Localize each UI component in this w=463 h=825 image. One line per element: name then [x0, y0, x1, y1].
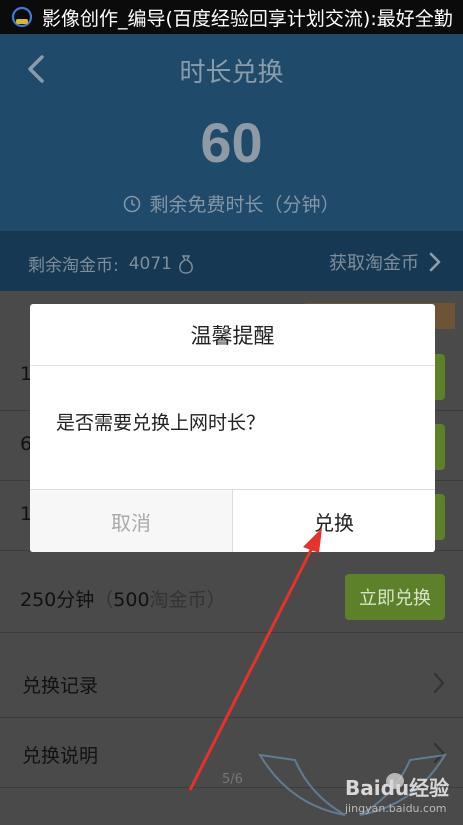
cancel-button[interactable]: 取消: [30, 490, 233, 552]
redeem-history-link[interactable]: 兑换记录: [0, 648, 463, 718]
option-coins: 500: [113, 589, 150, 611]
coin-balance-count: 4071: [128, 253, 172, 274]
dialog-title: 温馨提醒: [30, 304, 435, 366]
confirm-redeem-button[interactable]: 兑换: [233, 490, 435, 552]
dialog-actions: 取消 兑换: [30, 489, 435, 552]
chevron-right-icon: [429, 252, 441, 272]
header: 时长兑换 60 剩余免费时长（分钟）: [0, 34, 463, 231]
redeem-option-text: 250分钟（500淘金币）: [20, 585, 226, 612]
coin-bag-icon: [179, 254, 193, 274]
coin-balance-label: 剩余淘金币:: [28, 256, 119, 276]
dialog-message: 是否需要兑换上网时长？: [56, 412, 266, 434]
remaining-minutes-label-row: 剩余免费时长（分钟）: [0, 190, 463, 217]
clock-icon: [124, 195, 141, 212]
confirm-dialog: 温馨提醒 是否需要兑换上网时长？ 取消 兑换: [30, 304, 435, 552]
option-paren-close: ）: [206, 589, 226, 611]
page-title: 时长兑换: [179, 58, 284, 88]
watermark-brand: Baidu经验: [345, 776, 450, 800]
coin-bar: 剩余淘金币: 4071 获取淘金币: [0, 231, 463, 291]
chevron-right-icon: [433, 672, 445, 694]
option-unit: 淘金币: [149, 589, 207, 611]
remaining-minutes: 60: [200, 111, 263, 174]
coin-balance: 剩余淘金币: 4071: [28, 251, 194, 276]
watermark-url: jingyan.baidu.com: [345, 802, 447, 815]
get-coins-label: 获取淘金币: [329, 253, 419, 274]
page-indicator: 5/6: [222, 772, 243, 787]
redeem-history-label: 兑换记录: [22, 675, 99, 697]
redeem-button[interactable]: 立即兑换: [345, 574, 445, 620]
redeem-option-row: 250分钟（500淘金币） 立即兑换: [0, 563, 463, 633]
status-bar: 影像创作_编导(百度经验回享计划交流):最好全勤: [0, 0, 463, 34]
app-icon: [11, 6, 33, 28]
redeem-instructions-label: 兑换说明: [22, 745, 99, 767]
option-paren-open: （: [94, 589, 114, 611]
remaining-minutes-label: 剩余免费时长（分钟）: [149, 194, 340, 216]
status-bar-title: 影像创作_编导(百度经验回享计划交流):最好全勤: [42, 7, 453, 30]
get-coins-link[interactable]: 获取淘金币: [329, 249, 441, 275]
option-minutes: 250分钟: [20, 589, 95, 611]
